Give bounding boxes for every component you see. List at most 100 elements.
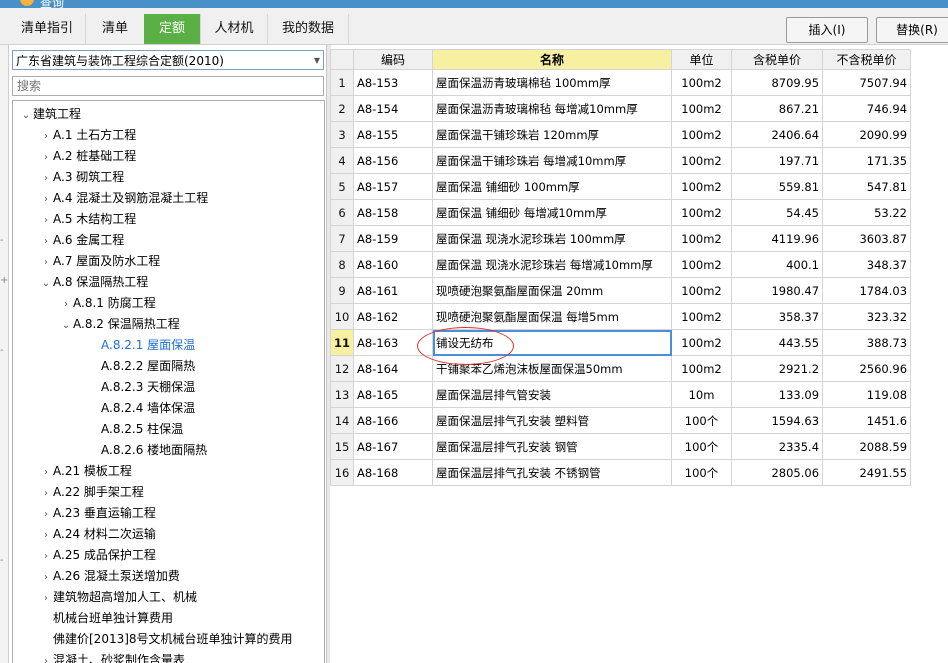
cell-name[interactable]: 现喷硬泡聚氨酯屋面保温 每增5mm — [432, 303, 673, 330]
cell-price-tax[interactable]: 400.1 — [731, 251, 824, 278]
tree-node[interactable]: A.8.2.3 天棚保温 — [87, 377, 195, 397]
cell-unit[interactable]: 100个 — [671, 433, 733, 460]
tree-expand-icon[interactable]: › — [39, 127, 53, 147]
tree-expand-icon[interactable]: › — [39, 232, 53, 252]
table-row[interactable]: 5 A8-157 屋面保温 铺细砂 100mm厚 100m2 559.81 547.81 — [329, 173, 912, 200]
replace-button[interactable]: 替换(R) — [876, 17, 948, 43]
tree-expand-icon[interactable]: › — [39, 169, 53, 189]
cell-price-notax[interactable]: 171.35 — [822, 147, 912, 174]
cell-code[interactable]: A8-158 — [353, 199, 434, 226]
cell-unit[interactable]: 100m2 — [671, 251, 733, 278]
cell-name[interactable]: 屋面保温沥青玻璃棉毡 100mm厚 — [432, 69, 673, 96]
cell-unit[interactable]: 100m2 — [671, 329, 733, 356]
tree-node[interactable]: A.8.2.4 墙体保温 — [87, 398, 195, 418]
row-number[interactable]: 6 — [329, 199, 355, 226]
cell-code[interactable]: A8-165 — [353, 381, 434, 408]
row-number[interactable]: 10 — [329, 303, 355, 330]
table-row[interactable]: 1 A8-153 屋面保温沥青玻璃棉毡 100mm厚 100m2 8709.95 7507… — [329, 69, 912, 96]
tree-node[interactable]: › A.26 混凝土泵送增加费 — [39, 566, 180, 586]
cell-code[interactable]: A8-159 — [353, 225, 434, 252]
cell-name[interactable]: 屋面保温干铺珍珠岩 120mm厚 — [432, 121, 673, 148]
cell-code[interactable]: A8-162 — [353, 303, 434, 330]
cell-name[interactable]: 屋面保温 铺细砂 每增减10mm厚 — [432, 199, 673, 226]
column-header-code[interactable]: 编码 — [353, 49, 434, 70]
cell-unit[interactable]: 100m2 — [671, 95, 733, 122]
cell-price-notax[interactable]: 119.08 — [822, 381, 912, 408]
cell-code[interactable]: A8-166 — [353, 407, 434, 434]
cell-price-tax[interactable]: 2921.2 — [731, 355, 824, 382]
cell-name[interactable]: 屋面保温层排气管安装 — [432, 381, 673, 408]
cell-code[interactable]: A8-157 — [353, 173, 434, 200]
cell-unit[interactable]: 100m2 — [671, 225, 733, 252]
cell-name[interactable]: 屋面保温层排气孔安装 塑料管 — [432, 407, 673, 434]
cell-price-notax[interactable]: 348.37 — [822, 251, 912, 278]
table-row[interactable]: 11 A8-163 铺设无纺布 100m2 443.55 388.73 — [329, 329, 912, 356]
tree-node[interactable]: › A.7 屋面及防水工程 — [39, 251, 160, 271]
tree-node[interactable]: ⌄ A.8 保温隔热工程 — [39, 272, 148, 292]
cell-price-notax[interactable]: 2560.96 — [822, 355, 912, 382]
cell-code[interactable]: A8-161 — [353, 277, 434, 304]
tree-collapse-icon[interactable]: ⌄ — [19, 106, 33, 126]
cell-name[interactable]: 屋面保温 现浇水泥珍珠岩 每增减10mm厚 — [432, 251, 673, 278]
row-number[interactable]: 12 — [329, 355, 355, 382]
tree-node[interactable]: › A.22 脚手架工程 — [39, 482, 144, 502]
row-number[interactable]: 13 — [329, 381, 355, 408]
quota-library-select[interactable]: 广东省建筑与装饰工程综合定额(2010) ▼ — [12, 50, 324, 70]
table-row[interactable]: 13 A8-165 屋面保温层排气管安装 10m 133.09 119.08 — [329, 381, 912, 408]
cell-code[interactable]: A8-164 — [353, 355, 434, 382]
cell-price-notax[interactable]: 7507.94 — [822, 69, 912, 96]
tree-node[interactable]: A.8.2.1 屋面保温 — [87, 335, 195, 355]
cell-code[interactable]: A8-155 — [353, 121, 434, 148]
tab-quota[interactable]: 定额 — [144, 14, 201, 44]
row-number[interactable]: 2 — [329, 95, 355, 122]
tree-expand-icon[interactable]: › — [39, 652, 53, 663]
cell-name[interactable]: 屋面保温层排气孔安装 钢管 — [432, 433, 673, 460]
row-number[interactable]: 9 — [329, 277, 355, 304]
tree-node[interactable]: › A.24 材料二次运输 — [39, 524, 156, 544]
cell-price-tax[interactable]: 197.71 — [731, 147, 824, 174]
cell-price-notax[interactable]: 2491.55 — [822, 459, 912, 486]
tree-node[interactable]: › A.2 桩基础工程 — [39, 146, 136, 166]
row-number[interactable]: 1 — [329, 69, 355, 96]
row-number[interactable]: 16 — [329, 459, 355, 486]
cell-code[interactable]: A8-168 — [353, 459, 434, 486]
column-header-price-notax[interactable]: 不含税单价 — [822, 49, 912, 70]
tree-node[interactable]: › A.6 金属工程 — [39, 230, 124, 250]
cell-price-tax[interactable]: 133.09 — [731, 381, 824, 408]
tree-node[interactable]: ⌄ 建筑工程 — [19, 104, 81, 124]
cell-price-tax[interactable]: 8709.95 — [731, 69, 824, 96]
cell-unit[interactable]: 10m — [671, 381, 733, 408]
tree-expand-icon[interactable]: › — [59, 295, 73, 315]
column-header-price-tax[interactable]: 含税单价 — [731, 49, 824, 70]
table-row[interactable]: 3 A8-155 屋面保温干铺珍珠岩 120mm厚 100m2 2406.64 2090.… — [329, 121, 912, 148]
cell-unit[interactable]: 100个 — [671, 459, 733, 486]
cell-price-tax[interactable]: 54.45 — [731, 199, 824, 226]
table-row[interactable]: 2 A8-154 屋面保温沥青玻璃棉毡 每增减10mm厚 100m2 867.21 746… — [329, 95, 912, 122]
cell-name[interactable]: 屋面保温干铺珍珠岩 每增减10mm厚 — [432, 147, 673, 174]
tree-expand-icon[interactable]: › — [39, 253, 53, 273]
search-input[interactable] — [12, 76, 324, 96]
cell-name[interactable]: 干铺聚苯乙烯泡沫板屋面保温50mm — [432, 355, 673, 382]
tree-node[interactable]: › A.1 土石方工程 — [39, 125, 136, 145]
table-row[interactable]: 8 A8-160 屋面保温 现浇水泥珍珠岩 每增减10mm厚 100m2 400.1 34… — [329, 251, 912, 278]
row-number[interactable]: 4 — [329, 147, 355, 174]
cell-price-notax[interactable]: 2090.99 — [822, 121, 912, 148]
cell-price-notax[interactable]: 2088.59 — [822, 433, 912, 460]
cell-price-notax[interactable]: 53.22 — [822, 199, 912, 226]
table-row[interactable]: 10 A8-162 现喷硬泡聚氨酯屋面保温 每增5mm 100m2 358.37 323.… — [329, 303, 912, 330]
cell-unit[interactable]: 100m2 — [671, 277, 733, 304]
cell-price-notax[interactable]: 547.81 — [822, 173, 912, 200]
tree-node[interactable]: › A.5 木结构工程 — [39, 209, 136, 229]
insert-button[interactable]: 插入(I) — [786, 17, 868, 43]
cell-name[interactable]: 屋面保温层排气孔安装 不锈钢管 — [432, 459, 673, 486]
tree-expand-icon[interactable]: › — [39, 190, 53, 210]
tree-node[interactable]: › A.8.1 防腐工程 — [59, 293, 156, 313]
cell-price-notax[interactable]: 3603.87 — [822, 225, 912, 252]
cell-unit[interactable]: 100m2 — [671, 121, 733, 148]
cell-price-tax[interactable]: 443.55 — [731, 329, 824, 356]
cell-price-notax[interactable]: 323.32 — [822, 303, 912, 330]
tree-collapse-icon[interactable]: ⌄ — [59, 316, 73, 336]
row-number[interactable]: 3 — [329, 121, 355, 148]
cell-unit[interactable]: 100m2 — [671, 199, 733, 226]
tab-bill[interactable]: 清单 — [86, 14, 145, 44]
